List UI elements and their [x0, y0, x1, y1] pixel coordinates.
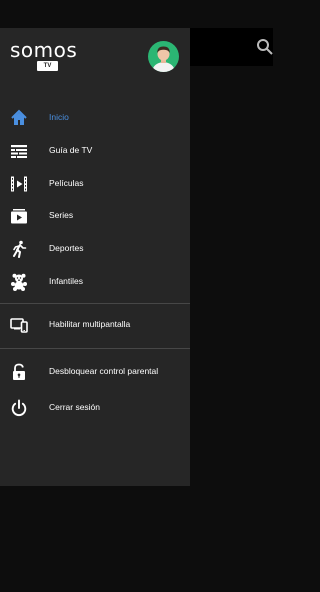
- menu-item-label: Películas: [49, 178, 84, 188]
- power-icon: [11, 399, 27, 417]
- search-icon[interactable]: [256, 38, 274, 56]
- teddy-bear-icon: [11, 273, 27, 291]
- avatar[interactable]: [148, 41, 179, 72]
- menu-item-control-parental[interactable]: Desbloquear control parental: [0, 356, 190, 388]
- menu-item-label: Desbloquear control parental: [49, 366, 159, 376]
- menu-item-label: Series: [49, 210, 74, 220]
- menu-item-peliculas[interactable]: Películas: [0, 168, 190, 200]
- menu-item-series[interactable]: Series: [0, 200, 190, 232]
- brand-name: somos: [10, 38, 78, 62]
- menu-item-inicio[interactable]: Inicio: [0, 102, 190, 134]
- menu-item-label: Habilitar multipantalla: [49, 319, 131, 329]
- running-icon: [13, 240, 27, 258]
- brand-logo: somos TV: [10, 38, 90, 71]
- tv-guide-icon: [11, 145, 27, 158]
- menu-item-label: Infantiles: [49, 276, 84, 286]
- multiscreen-icon: [10, 318, 28, 333]
- user-avatar-icon: [152, 46, 175, 72]
- menu-item-multipantalla[interactable]: Habilitar multipantalla: [0, 309, 190, 341]
- menu-item-label: Cerrar sesión: [49, 402, 101, 412]
- unlock-icon: [13, 363, 25, 380]
- menu-item-infantiles[interactable]: Infantiles: [0, 266, 190, 298]
- menu-item-label: Inicio: [49, 112, 69, 122]
- menu-divider: [0, 303, 190, 304]
- navigation-drawer: somos TV Inicio Guía de TV Películas Ser…: [0, 28, 190, 486]
- menu-item-guia-de-tv[interactable]: Guía de TV: [0, 135, 190, 167]
- home-icon: [11, 109, 27, 125]
- film-icon: [11, 176, 27, 192]
- menu-item-label: Deportes: [49, 243, 84, 253]
- menu-item-cerrar-sesion[interactable]: Cerrar sesión: [0, 392, 190, 424]
- menu-item-label: Guía de TV: [49, 145, 93, 155]
- series-icon: [11, 209, 27, 224]
- brand-badge: TV: [37, 61, 58, 71]
- menu-divider: [0, 348, 190, 349]
- menu-item-deportes[interactable]: Deportes: [0, 233, 190, 265]
